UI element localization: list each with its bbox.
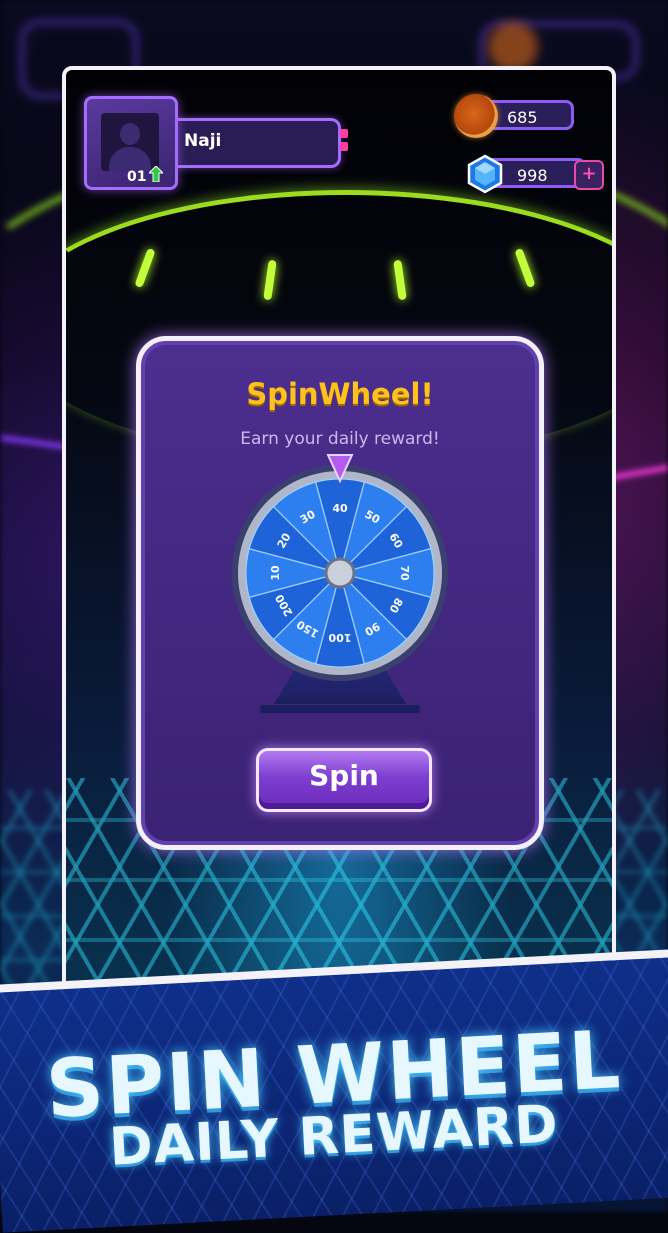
name-bar-tabs: [340, 129, 348, 155]
dialog-subtitle: Earn your daily reward!: [240, 429, 440, 449]
phone-screen: Naji 01 685 998 + SpinWheel! Earn your d…: [62, 66, 616, 1002]
triangle-pointer-icon: [326, 454, 354, 483]
coin-counter: 685: [454, 94, 584, 138]
background-coin-blur: [488, 22, 538, 72]
wheel-graphic: 40 5060708090100150200102030: [232, 465, 448, 681]
avatar-icon: [101, 113, 159, 171]
wheel-segment-label: 100: [328, 631, 351, 644]
avatar[interactable]: 01: [84, 96, 178, 190]
wheel-segment-label: 10: [269, 565, 282, 581]
wheel-segment-label: 70: [398, 565, 411, 581]
add-gems-button[interactable]: +: [574, 160, 604, 190]
player-profile[interactable]: Naji 01: [84, 96, 348, 192]
spin-wheel-dialog: SpinWheel! Earn your daily reward! 40 50 6…: [136, 336, 544, 850]
gem-icon: [467, 154, 503, 194]
dialog-title: SpinWheel!: [246, 377, 434, 411]
player-name: Naji: [184, 131, 222, 151]
player-name-bar: Naji: [174, 118, 348, 168]
wheel-hub: [324, 557, 356, 589]
arrow-up-icon: [149, 166, 163, 182]
prize-wheel[interactable]: 40 50 60 70 80 90 100 150 200 10 20 30: [230, 453, 450, 723]
wheel-segment-label: 40: [332, 502, 348, 515]
coin-icon: [454, 94, 498, 138]
gem-counter: 998 +: [464, 154, 612, 194]
wheel-base: [260, 705, 420, 713]
spin-button[interactable]: Spin: [256, 748, 432, 812]
player-level: 01: [127, 169, 147, 185]
